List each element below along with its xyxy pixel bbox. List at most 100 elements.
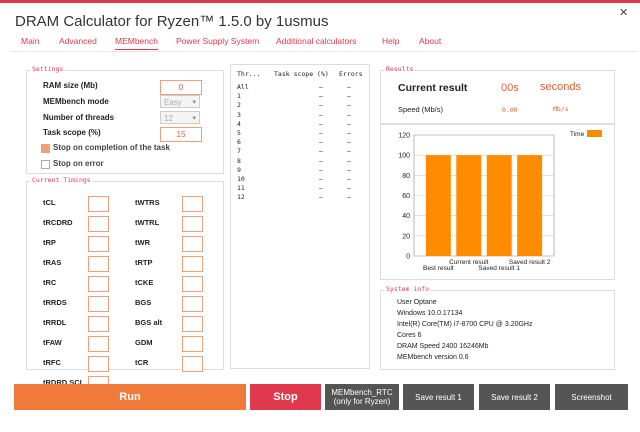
stop-completion-label: Stop on completion of the task	[53, 143, 170, 152]
tab-help[interactable]: Help	[382, 36, 399, 46]
table-cell: –	[347, 119, 351, 128]
system-info-line: DRAM Speed 2400 16246Mb	[397, 343, 489, 350]
table-cell: 5	[237, 129, 241, 137]
save-result-2-button[interactable]: Save result 2	[479, 384, 550, 410]
timing-field[interactable]	[88, 296, 109, 312]
timing-label: tRFC	[43, 358, 61, 367]
table-cell: –	[319, 175, 323, 183]
timing-label: tWTRL	[135, 218, 160, 227]
timing-field[interactable]	[182, 296, 203, 312]
table-cell: –	[347, 184, 351, 193]
tab-about[interactable]: About	[419, 36, 441, 46]
chevron-down-icon: ▾	[192, 115, 196, 122]
table-cell: –	[319, 129, 323, 137]
table-cell: –	[319, 92, 323, 101]
chart-y-tick-label: 20	[402, 233, 410, 240]
chevron-down-icon: ▾	[192, 99, 196, 106]
timing-label: tRC	[43, 278, 57, 287]
timing-label: tRTP	[135, 258, 153, 267]
timing-label: tFAW	[43, 338, 62, 347]
system-info-line: User Optane	[397, 299, 437, 306]
table-cell: –	[319, 184, 323, 193]
chart-y-tick-label: 80	[402, 173, 410, 180]
run-button[interactable]: Run	[14, 384, 246, 410]
table-cell: –	[347, 110, 351, 119]
timing-field[interactable]	[182, 256, 203, 272]
stop-error-checkbox[interactable]	[41, 160, 50, 169]
threads-select[interactable]: 12 ▾	[160, 111, 200, 124]
timing-field[interactable]	[88, 336, 109, 352]
screenshot-button[interactable]: Screenshot	[555, 384, 628, 410]
timing-label: BGS	[135, 298, 152, 307]
table-cell: –	[347, 129, 351, 137]
timing-field[interactable]	[182, 356, 203, 372]
threads-table: Thr... Task scope (%) Errors All – –1– –2– –…	[230, 64, 370, 369]
timing-label: tCL	[43, 198, 56, 207]
table-header-errors: Errors	[339, 70, 363, 78]
timing-field[interactable]	[88, 356, 109, 372]
table-cell: –	[347, 193, 351, 202]
speed-label: Speed (Mb/s)	[398, 105, 444, 114]
stop-error-label: Stop on error	[53, 159, 104, 168]
timing-label: tWR	[135, 238, 150, 247]
timing-field[interactable]	[88, 276, 109, 292]
tab-bar: Main Advanced MEMbench Power Supply Syst…	[0, 36, 640, 50]
chart-y-tick-label: 40	[402, 213, 410, 220]
timing-field[interactable]	[88, 196, 109, 212]
table-header-thread: Thr...	[237, 70, 261, 78]
timing-field[interactable]	[88, 216, 109, 232]
chart-legend-label: Time	[570, 131, 585, 138]
timings-title: Current Timings	[30, 176, 93, 184]
table-cell: –	[319, 110, 323, 119]
table-cell: –	[347, 147, 351, 156]
timing-field[interactable]	[182, 216, 203, 232]
chart-x-tick-label: Best result	[423, 265, 454, 272]
table-cell: –	[347, 165, 351, 174]
tab-main[interactable]: Main	[21, 36, 39, 46]
speed-unit: Mb/s	[553, 105, 569, 113]
table-cell: –	[319, 156, 323, 165]
timing-field[interactable]	[182, 276, 203, 292]
timing-field[interactable]	[88, 316, 109, 332]
table-cell: –	[319, 101, 323, 110]
table-cell: –	[319, 138, 323, 147]
mode-label: MEMbench mode	[43, 97, 109, 106]
tab-membench[interactable]: MEMbench	[115, 36, 158, 50]
system-info-line: MEMbench version 0.6	[397, 354, 469, 361]
membench-rtc-button[interactable]: MEMbench_RTC (only for Ryzen)	[325, 384, 399, 410]
timing-field[interactable]	[182, 316, 203, 332]
timing-label: tCKE	[135, 278, 154, 287]
tab-additional-calculators[interactable]: Additional calculators	[276, 36, 356, 46]
timing-label: tRAS	[43, 258, 62, 267]
chart-y-tick-label: 120	[398, 133, 410, 140]
save-result-1-button[interactable]: Save result 1	[403, 384, 474, 410]
table-cell: –	[347, 101, 351, 110]
tab-power-supply[interactable]: Power Supply System	[176, 36, 259, 46]
scope-input[interactable]: 15	[160, 127, 202, 142]
system-info-line: Intel(R) Core(TM) i7-8700 CPU @ 3.20GHz	[397, 321, 533, 328]
chart-bar	[425, 155, 451, 256]
table-cell: –	[347, 92, 351, 101]
table-cell: –	[319, 119, 323, 128]
timing-field[interactable]	[88, 256, 109, 272]
timing-field[interactable]	[182, 236, 203, 252]
window-title: DRAM Calculator for Ryzen™ 1.5.0 by 1usm…	[15, 13, 329, 30]
timing-field[interactable]	[182, 196, 203, 212]
table-cell: 10	[237, 175, 245, 183]
close-icon[interactable]: ✕	[619, 6, 628, 19]
timing-field[interactable]	[182, 336, 203, 352]
ram-size-input[interactable]: 0	[160, 80, 202, 95]
tab-divider	[10, 51, 638, 52]
timing-field[interactable]	[88, 236, 109, 252]
ram-size-label: RAM size (Mb)	[43, 81, 98, 90]
timing-label: tCR	[135, 358, 149, 367]
chart-bar	[517, 155, 543, 256]
tab-advanced[interactable]: Advanced	[59, 36, 97, 46]
mode-select[interactable]: Easy ▾	[160, 95, 200, 108]
stop-button[interactable]: Stop	[250, 384, 321, 410]
top-accent-line	[0, 0, 640, 3]
results-title: Results	[384, 65, 416, 73]
stop-completion-checkbox[interactable]	[41, 144, 50, 153]
results-chart: 020406080100120Best resultCurrent result…	[398, 130, 602, 272]
table-cell: –	[347, 175, 351, 183]
